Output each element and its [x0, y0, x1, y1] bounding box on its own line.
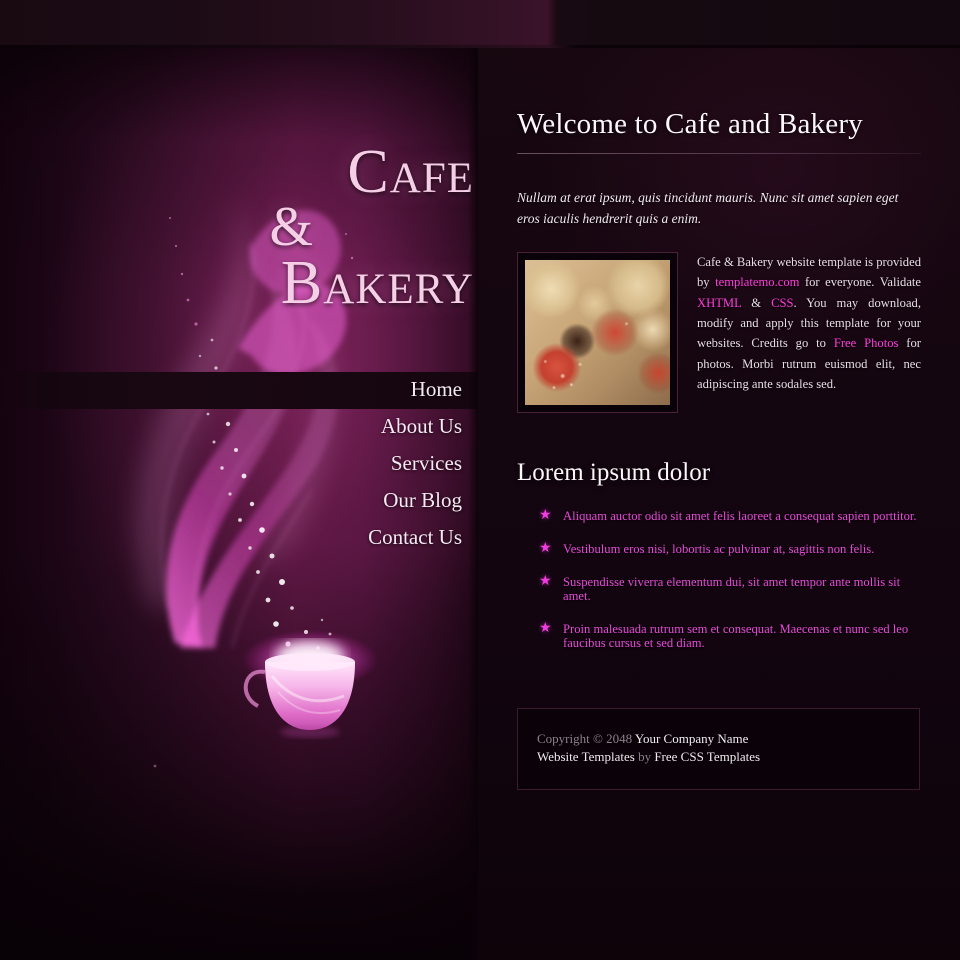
- section-title: Lorem ipsum dolor: [517, 458, 711, 486]
- list-item: ★ Proin malesuada rutrum sem et consequa…: [517, 621, 921, 651]
- content-column: Welcome to Cafe and Bakery Nullam at era…: [478, 48, 960, 960]
- content-inner: Welcome to Cafe and Bakery Nullam at era…: [517, 108, 921, 669]
- list-item: ★ Vestibulum eros nisi, lobortis ac pulv…: [517, 540, 921, 556]
- nav-item-services[interactable]: Services: [0, 446, 478, 483]
- star-icon: ★: [539, 621, 552, 637]
- link-free-photos[interactable]: Free Photos: [834, 336, 899, 350]
- media-block: Cafe & Bakery website template is provid…: [517, 251, 921, 413]
- page-title: Welcome to Cafe and Bakery: [517, 108, 863, 140]
- link-css[interactable]: CSS: [771, 296, 793, 310]
- footer-line-1: Copyright © 2048 Your Company Name: [537, 730, 919, 748]
- site-footer: Copyright © 2048 Your Company Name Websi…: [517, 708, 920, 790]
- body-text-part-3: &: [741, 295, 772, 310]
- cereal-strawberry-photo: [525, 259, 670, 405]
- list-item-text: Vestibulum eros nisi, lobortis ac pulvin…: [563, 541, 875, 556]
- body-text-part-2: for everyone. Validate: [799, 275, 921, 290]
- main-navigation: Home About Us Services Our Blog Contact …: [0, 372, 478, 557]
- title-divider: [517, 153, 921, 154]
- feature-list: ★ Aliquam auctor odio sit amet felis lao…: [517, 507, 921, 651]
- logo-line-cafe: Cafe: [347, 138, 474, 206]
- list-item-text: Proin malesuada rutrum sem et consequat.…: [563, 622, 909, 651]
- star-icon: ★: [539, 507, 552, 523]
- top-band: [0, 0, 960, 48]
- link-templatemo[interactable]: templatemo.com: [715, 275, 799, 289]
- footer-credit[interactable]: Free CSS Templates: [654, 749, 760, 764]
- footer-company: Your Company Name: [634, 731, 749, 746]
- page-root: Cafe & Bakery Home About Us Services Our…: [0, 0, 960, 960]
- link-xhtml[interactable]: XHTML: [697, 296, 741, 310]
- left-decorative-panel: Cafe & Bakery Home About Us Services Our…: [0, 48, 478, 960]
- logo-line-ampersand: &: [269, 196, 314, 259]
- logo-line-bakery: Bakery: [280, 248, 474, 317]
- list-item: ★ Suspendisse viverra elementum dui, sit…: [517, 574, 921, 604]
- footer-inner: Copyright © 2048 Your Company Name Websi…: [518, 709, 919, 766]
- nav-item-our-blog[interactable]: Our Blog: [0, 483, 478, 520]
- left-panel-right-edge-shadow: [468, 48, 478, 960]
- body-paragraph: Cafe & Bakery website template is provid…: [697, 252, 921, 395]
- star-icon: ★: [539, 540, 552, 556]
- star-icon: ★: [539, 574, 552, 590]
- footer-copyright: Copyright © 2048: [537, 731, 633, 746]
- list-item-text: Aliquam auctor odio sit amet felis laore…: [563, 508, 917, 523]
- footer-line-2: Website Templates by Free CSS Templates: [537, 748, 919, 766]
- nav-item-contact-us[interactable]: Contact Us: [0, 520, 478, 557]
- list-item: ★ Aliquam auctor odio sit amet felis lao…: [517, 507, 921, 523]
- photo-frame: [517, 251, 678, 413]
- intro-paragraph: Nullam at erat ipsum, quis tincidunt mau…: [517, 190, 899, 226]
- footer-templates-label[interactable]: Website Templates: [537, 749, 635, 764]
- list-item-text: Suspendisse viverra elementum dui, sit a…: [563, 575, 901, 604]
- nav-item-about-us[interactable]: About Us: [0, 409, 478, 446]
- footer-by: by: [638, 748, 652, 764]
- nav-item-home[interactable]: Home: [0, 372, 478, 409]
- site-logo[interactable]: Cafe & Bakery: [0, 138, 478, 317]
